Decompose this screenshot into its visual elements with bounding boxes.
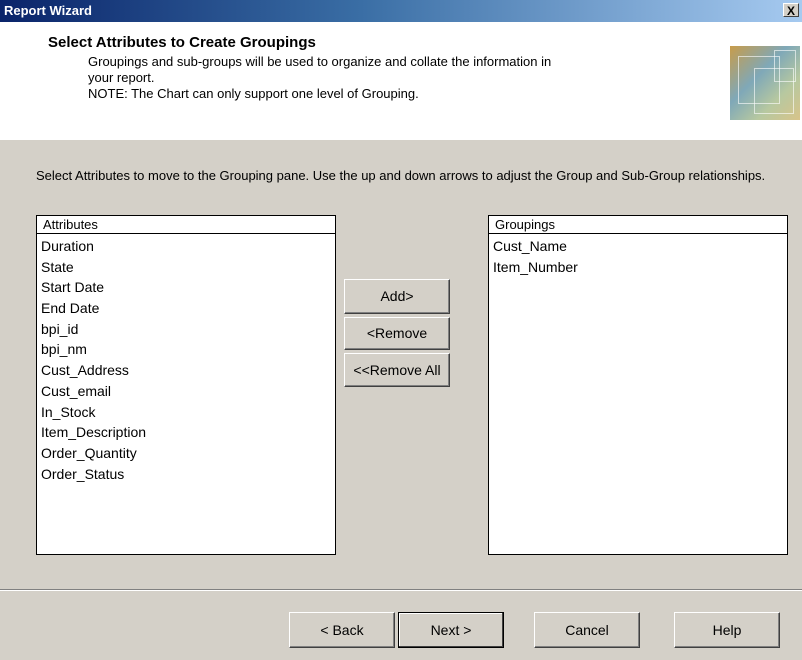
list-item[interactable]: Item_Number [493,257,783,278]
list-item[interactable]: bpi_nm [41,339,331,360]
list-item[interactable]: Start Date [41,277,331,298]
list-item[interactable]: Cust_Name [493,236,783,257]
list-item[interactable]: In_Stock [41,402,331,423]
attributes-header: Attributes [36,215,336,233]
header-banner-image [730,46,800,120]
window-title: Report Wizard [4,3,92,18]
list-item[interactable]: Cust_email [41,381,331,402]
back-button[interactable]: < Back [289,612,395,648]
header-description-line-1: Groupings and sub-groups will be used to… [88,54,552,69]
close-icon: X [786,4,795,18]
attributes-listbox[interactable]: Duration State Start Date End Date bpi_id bpi… [36,233,336,555]
list-item[interactable]: Duration [41,236,331,257]
next-button[interactable]: Next > [398,612,504,648]
step-title: Select Attributes to Create Groupings [48,34,316,51]
list-item[interactable]: State [41,257,331,278]
list-item[interactable]: Item_Description [41,422,331,443]
remove-all-button[interactable]: <<Remove All [344,353,450,387]
header-note: NOTE: The Chart can only support one lev… [88,86,419,101]
remove-button[interactable]: <Remove [344,317,450,350]
close-button[interactable]: X [783,3,799,18]
instructions-text: Select Attributes to move to the Groupin… [36,168,766,183]
wizard-header: Select Attributes to Create Groupings Gr… [0,22,802,140]
list-item[interactable]: bpi_id [41,319,331,340]
header-separator [0,139,802,140]
groupings-listbox[interactable]: Cust_Name Item_Number [488,233,788,555]
list-item[interactable]: Order_Status [41,464,331,485]
cancel-button[interactable]: Cancel [534,612,640,648]
list-item[interactable]: Cust_Address [41,360,331,381]
title-bar: Report Wizard X [0,0,802,22]
header-description-line-2: your report. [88,70,155,85]
list-item[interactable]: Order_Quantity [41,443,331,464]
list-item[interactable]: End Date [41,298,331,319]
groupings-header: Groupings [488,215,788,233]
add-button[interactable]: Add> [344,279,450,314]
help-button[interactable]: Help [674,612,780,648]
